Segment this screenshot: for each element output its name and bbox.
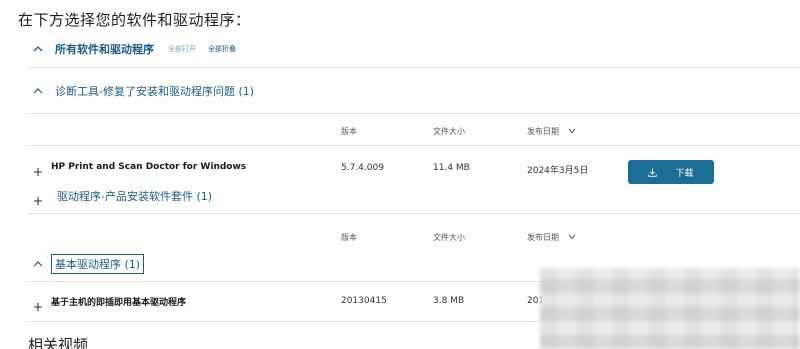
list-item: HP Print and Scan Doctor for Windows (33, 162, 246, 176)
item-name[interactable]: HP Print and Scan Doctor for Windows (51, 162, 246, 172)
column-header-size: 文件大小 (433, 233, 465, 242)
divider (28, 145, 800, 146)
item-size: 11.4 MB (433, 163, 470, 173)
item-version: 20130415 (341, 296, 387, 306)
related-videos-title: 相关视频 (28, 336, 89, 349)
column-header-date-label: 发布日期 (527, 127, 559, 136)
section-basic-driver-header[interactable]: 基本驱动程序 (1) (33, 254, 145, 274)
collapse-all-link[interactable]: 全部折叠 (208, 44, 236, 54)
section-title[interactable]: 诊断工具-修复了安装和驱动程序问题 (1) (55, 83, 254, 99)
chevron-up-icon[interactable] (33, 259, 43, 269)
download-button[interactable]: 下载 (628, 160, 714, 184)
chevron-up-icon[interactable] (33, 44, 43, 54)
section-suite-header[interactable]: 驱动程序-产品安装软件套件 (1) (33, 187, 212, 205)
column-header-version: 版本 (341, 127, 357, 136)
column-header-version: 版本 (341, 233, 357, 242)
column-header-date-label: 发布日期 (527, 233, 559, 242)
list-item: 基于主机的即插即用基本驱动程序 (33, 295, 186, 311)
plus-icon[interactable] (33, 297, 43, 311)
column-header-date[interactable]: 发布日期 (527, 232, 576, 243)
page-title: 在下方选择您的软件和驱动程序： (18, 11, 251, 29)
item-size: 3.8 MB (433, 296, 465, 306)
chevron-down-icon[interactable] (568, 233, 576, 242)
divider (28, 213, 800, 214)
item-date: 2024年3月5日 (527, 166, 589, 176)
blurred-watermark (540, 268, 800, 349)
column-header-size: 文件大小 (433, 127, 465, 136)
plus-icon[interactable] (33, 162, 43, 176)
download-icon (648, 168, 658, 177)
expand-all-link[interactable]: 全部打开 (168, 44, 196, 54)
section-title[interactable]: 基本驱动程序 (1) (50, 254, 145, 274)
all-software-header: 所有软件和驱动程序 全部打开 全部折叠 (33, 39, 236, 59)
section-diagnostic-header[interactable]: 诊断工具-修复了安装和驱动程序问题 (1) (33, 82, 254, 100)
chevron-up-icon[interactable] (33, 86, 43, 96)
divider (28, 321, 540, 322)
plus-icon[interactable] (33, 191, 43, 205)
download-label: 下载 (675, 168, 694, 179)
all-software-title[interactable]: 所有软件和驱动程序 (55, 41, 154, 57)
divider (28, 67, 800, 68)
divider (28, 113, 800, 114)
chevron-down-icon[interactable] (568, 127, 576, 136)
section-title[interactable]: 驱动程序-产品安装软件套件 (1) (57, 188, 212, 204)
column-header-date[interactable]: 发布日期 (527, 126, 576, 137)
item-name[interactable]: 基于主机的即插即用基本驱动程序 (51, 295, 186, 308)
item-version: 5.7.4.009 (341, 163, 384, 173)
